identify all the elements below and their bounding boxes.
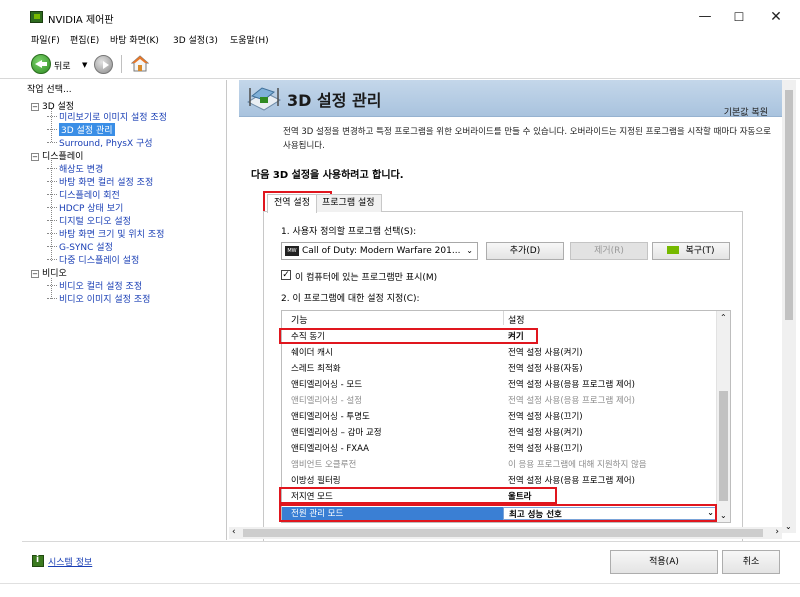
main-scroll-thumb[interactable] bbox=[785, 90, 793, 320]
collapse-icon[interactable]: − bbox=[31, 102, 39, 111]
bottom-bar: 시스템 정보 적용(A) 취소 bbox=[22, 541, 800, 581]
minimize-button[interactable]: — bbox=[690, 6, 720, 28]
show-installed-only-checkbox[interactable]: ✓ bbox=[281, 270, 291, 280]
tree-item-rotate-display[interactable]: 디스플레이 회전 bbox=[47, 188, 120, 201]
table-row[interactable]: 앤티엘리어싱 - FXAA 전역 설정 사용(끄기) bbox=[282, 442, 718, 455]
tree-item-image-preview[interactable]: 미리보기로 이미지 설정 조정 bbox=[47, 110, 167, 123]
scroll-right-icon[interactable]: › bbox=[775, 527, 779, 537]
table-row[interactable]: 앤티엘리어싱 - 설정 전역 설정 사용(응용 프로그램 제어) bbox=[282, 394, 718, 407]
tree-category-display[interactable]: − 디스플레이 bbox=[31, 149, 83, 162]
tab-global-settings[interactable]: 전역 설정 bbox=[267, 194, 317, 213]
tree-item-surround-physx[interactable]: Surround, PhysX 구성 bbox=[47, 136, 153, 149]
tree-item-desktop-size[interactable]: 바탕 화면 크기 및 위치 조정 bbox=[46, 227, 164, 240]
program-select-value: Call of Duty: Modern Warfare 201... bbox=[302, 246, 461, 256]
tree-item-desktop-color[interactable]: 바탕 화면 컬러 설정 조정 bbox=[46, 175, 153, 188]
section-heading: 다음 3D 설정을 사용하려고 합니다. bbox=[251, 170, 404, 181]
main-horizontal-scrollbar[interactable]: ‹ › bbox=[229, 527, 782, 539]
column-header-setting[interactable]: 설정 bbox=[508, 313, 525, 326]
table-row[interactable]: 앰비언트 오클루전 이 응용 프로그램에 대해 지원하지 않음 bbox=[282, 458, 718, 471]
table-row[interactable]: 이방성 필터링 전역 설정 사용(응용 프로그램 제어) bbox=[282, 474, 718, 487]
column-divider bbox=[503, 311, 504, 325]
select-program-label: 1. 사용자 정의할 프로그램 선택(S): bbox=[281, 227, 417, 237]
menu-3d-settings[interactable]: 3D 설정(3) bbox=[173, 33, 218, 46]
page-title: 3D 설정 관리 bbox=[287, 91, 382, 110]
scroll-down-icon[interactable]: ⌄ bbox=[720, 511, 727, 520]
task-select-header: 작업 선택... bbox=[27, 85, 72, 95]
table-row[interactable]: 앤티엘리어싱 – 감마 교정 전역 설정 사용(켜기) bbox=[282, 426, 718, 439]
tree-connector bbox=[51, 108, 52, 142]
title-bar: NVIDIA 제어판 — ☐ ✕ bbox=[0, 0, 800, 30]
tab-program-settings[interactable]: 프로그램 설정 bbox=[315, 194, 382, 212]
window-bottom-border bbox=[0, 583, 800, 584]
page-description: 전역 3D 설정을 변경하고 특정 프로그램을 위한 오버라이드를 만들 수 있… bbox=[283, 127, 771, 151]
main-content: 3D 설정 관리 기본값 복원 전역 3D 설정을 변경하고 특정 프로그램을 … bbox=[239, 80, 782, 541]
home-icon[interactable] bbox=[131, 55, 149, 73]
highlight-box-low-latency bbox=[279, 487, 557, 504]
tree-item-change-resolution[interactable]: 해상도 변경 bbox=[46, 162, 103, 175]
nvidia-control-panel-window: NVIDIA 제어판 — ☐ ✕ 파일(F) 편집(E) 바탕 화면(K) 3D… bbox=[0, 0, 800, 597]
program-select-dropdown[interactable]: MW Call of Duty: Modern Warfare 201... ⌄ bbox=[281, 242, 478, 260]
cancel-button[interactable]: 취소 bbox=[722, 550, 780, 574]
highlight-box-power-mode bbox=[279, 504, 717, 522]
3d-settings-icon bbox=[246, 87, 282, 111]
window-title: NVIDIA 제어판 bbox=[48, 15, 114, 26]
apply-button[interactable]: 적용(A) bbox=[610, 550, 718, 574]
tree-item-digital-audio[interactable]: 디지털 오디오 설정 bbox=[47, 214, 131, 227]
highlight-box-vsync bbox=[279, 328, 538, 344]
system-info-link[interactable]: 시스템 정보 bbox=[48, 555, 92, 568]
tree-connector bbox=[51, 278, 52, 299]
tree-item-video-image[interactable]: 비디오 이미지 설정 조정 bbox=[46, 292, 150, 305]
add-program-button[interactable]: 추가(D) bbox=[486, 242, 564, 260]
close-button[interactable]: ✕ bbox=[761, 6, 791, 28]
menu-help[interactable]: 도움말(H) bbox=[230, 33, 269, 46]
tree-item-multi-display[interactable]: 다중 디스플레이 설정 bbox=[46, 253, 139, 266]
scroll-down-icon[interactable]: ⌄ bbox=[785, 522, 792, 531]
table-row[interactable]: 앤티엘리어싱 - 투명도 전역 설정 사용(끄기) bbox=[282, 410, 718, 423]
table-scroll-thumb[interactable] bbox=[719, 391, 728, 501]
menu-edit[interactable]: 편집(E) bbox=[70, 33, 99, 46]
specify-settings-label: 2. 이 프로그램에 대한 설정 지정(C): bbox=[281, 294, 420, 304]
main-vertical-scrollbar[interactable]: ⌄ bbox=[782, 80, 796, 533]
menu-bar: 파일(F) 편집(E) 바탕 화면(K) 3D 설정(3) 도움말(H) bbox=[0, 31, 800, 47]
nvidia-restore-icon bbox=[667, 246, 680, 254]
scroll-up-icon[interactable]: ⌃ bbox=[720, 313, 727, 322]
collapse-icon[interactable]: − bbox=[31, 152, 39, 161]
scroll-left-icon[interactable]: ‹ bbox=[232, 527, 236, 537]
chevron-down-icon: ⌄ bbox=[466, 246, 473, 255]
toolbar: 뒤로 ▼ bbox=[0, 49, 800, 79]
history-dropdown-icon[interactable]: ▼ bbox=[82, 61, 87, 69]
show-installed-only-label: 이 컴퓨터에 있는 프로그램만 표시(M) bbox=[295, 273, 438, 283]
tree-item-hdcp-status[interactable]: HDCP 상태 보기 bbox=[46, 201, 123, 214]
main-hscroll-thumb[interactable] bbox=[243, 529, 763, 537]
restore-program-button[interactable]: 복구(T) bbox=[652, 242, 730, 260]
menu-file[interactable]: 파일(F) bbox=[31, 33, 60, 46]
forward-arrow-icon[interactable] bbox=[94, 55, 113, 74]
table-row[interactable]: 앤티엘리어싱 - 모드 전역 설정 사용(응용 프로그램 제어) bbox=[282, 378, 718, 391]
collapse-icon[interactable]: − bbox=[31, 269, 39, 278]
tree-category-video[interactable]: − 비디오 bbox=[31, 266, 67, 279]
restore-defaults-link[interactable]: 기본값 복원 bbox=[724, 105, 768, 118]
menu-desktop[interactable]: 바탕 화면(K) bbox=[110, 33, 159, 46]
nvidia-logo-icon bbox=[30, 11, 43, 23]
page-banner: 3D 설정 관리 기본값 복원 bbox=[239, 80, 782, 118]
toolbar-separator bbox=[121, 55, 122, 73]
game-icon: MW bbox=[285, 246, 299, 256]
back-button-label[interactable]: 뒤로 bbox=[54, 59, 71, 72]
maximize-button[interactable]: ☐ bbox=[724, 6, 754, 28]
table-row[interactable]: 쉐이더 캐시 전역 설정 사용(켜기) bbox=[282, 346, 718, 359]
column-header-feature[interactable]: 기능 bbox=[291, 313, 308, 326]
back-arrow-icon[interactable] bbox=[31, 54, 51, 74]
tree-item-gsync[interactable]: G-SYNC 설정 bbox=[47, 240, 113, 253]
table-row[interactable]: 스레드 최적화 전역 설정 사용(자동) bbox=[282, 362, 718, 375]
info-icon[interactable] bbox=[32, 555, 44, 567]
task-tree-panel: 작업 선택... −3D 설정 미리보기로 이미지 설정 조정 3D 설정 관리… bbox=[27, 80, 227, 540]
table-scrollbar[interactable]: ⌃ ⌄ bbox=[716, 311, 730, 522]
remove-program-button[interactable]: 제거(R) bbox=[570, 242, 648, 260]
tree-item-video-color[interactable]: 비디오 컬러 설정 조정 bbox=[46, 279, 142, 292]
tree-item-manage-3d-settings[interactable]: 3D 설정 관리 bbox=[47, 123, 115, 136]
